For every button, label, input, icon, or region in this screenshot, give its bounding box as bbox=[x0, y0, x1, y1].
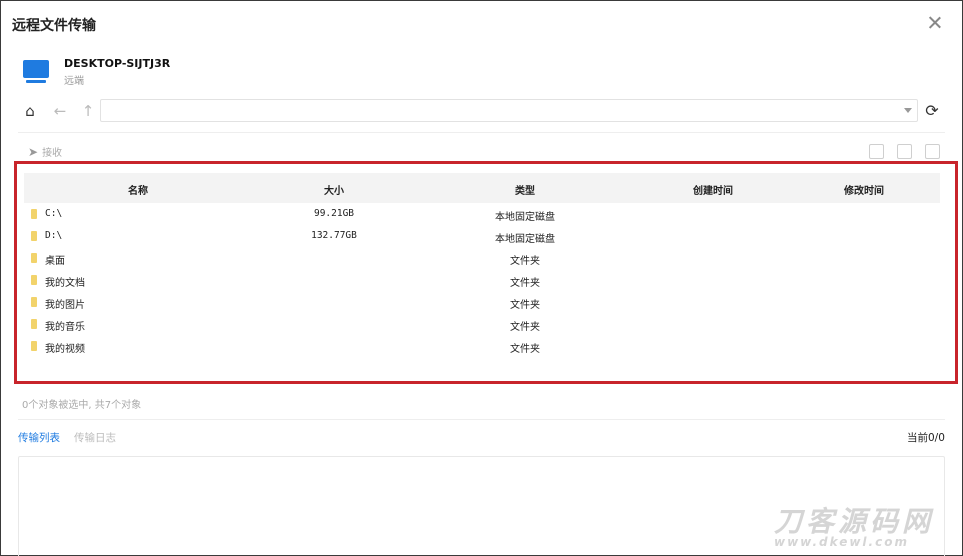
divider bbox=[18, 419, 945, 420]
file-name: C:\ bbox=[45, 208, 63, 219]
monitor-icon bbox=[20, 58, 52, 86]
file-name: 我的文档 bbox=[45, 278, 85, 289]
transfer-tabs: 传输列表 传输日志 当前0/0 bbox=[18, 430, 948, 448]
table-row[interactable]: C:\ 99.21GB 本地固定磁盘 bbox=[24, 203, 940, 225]
watermark: 刀客源码网 www.dkewl.com bbox=[774, 500, 954, 552]
device-subtitle: 远端 bbox=[64, 76, 84, 87]
file-type: 文件夹 bbox=[510, 300, 540, 311]
file-type: 文件夹 bbox=[510, 256, 540, 267]
delete-icon[interactable] bbox=[897, 144, 912, 159]
file-size: 132.77GB bbox=[311, 230, 357, 241]
navigation-bar: ⌂ ← ↑ ⟳ bbox=[18, 98, 948, 124]
table-row[interactable]: 我的音乐 文件夹 bbox=[24, 313, 940, 335]
window-title: 远程文件传输 bbox=[12, 18, 96, 34]
folder-icon bbox=[31, 275, 37, 285]
column-header-modified[interactable]: 修改时间 bbox=[844, 182, 884, 197]
refresh-icon[interactable]: ⟳ bbox=[922, 101, 942, 121]
folder-icon bbox=[31, 209, 37, 219]
column-header-name[interactable]: 名称 bbox=[128, 182, 148, 197]
tab-transfer-log[interactable]: 传输日志 bbox=[74, 430, 116, 445]
file-table-header: 名称 大小 类型 创建时间 修改时间 bbox=[24, 173, 940, 203]
file-name: 我的音乐 bbox=[45, 322, 85, 333]
path-input[interactable] bbox=[100, 99, 918, 122]
table-row[interactable]: 我的图片 文件夹 bbox=[24, 291, 940, 313]
file-size: 99.21GB bbox=[313, 208, 355, 219]
receive-button-label: 接收 bbox=[42, 148, 63, 159]
chevron-down-icon[interactable] bbox=[904, 108, 912, 113]
column-header-type[interactable]: 类型 bbox=[515, 182, 535, 197]
new-folder-icon[interactable] bbox=[869, 144, 884, 159]
close-icon[interactable] bbox=[926, 14, 944, 32]
table-row[interactable]: 我的文档 文件夹 bbox=[24, 269, 940, 291]
folder-icon bbox=[31, 297, 37, 307]
watermark-text: 刀客源码网 bbox=[774, 505, 935, 538]
device-info: DESKTOP-SIJTJ3R 远端 bbox=[20, 55, 320, 89]
folder-icon bbox=[31, 231, 37, 241]
file-type: 文件夹 bbox=[510, 278, 540, 289]
up-arrow-icon[interactable]: ↑ bbox=[78, 101, 98, 121]
folder-icon bbox=[31, 341, 37, 351]
file-type: 本地固定磁盘 bbox=[495, 234, 555, 245]
selection-status: 0个对象被选中, 共7个对象 bbox=[22, 400, 142, 411]
receive-button[interactable]: ➤ 接收 bbox=[28, 144, 62, 159]
file-type: 本地固定磁盘 bbox=[495, 212, 555, 223]
file-name: D:\ bbox=[45, 230, 63, 241]
transfer-count: 当前0/0 bbox=[907, 432, 945, 444]
folder-icon bbox=[31, 253, 37, 263]
tab-transfer-list[interactable]: 传输列表 bbox=[18, 430, 60, 445]
file-type: 文件夹 bbox=[510, 344, 540, 355]
table-row[interactable]: D:\ 132.77GB 本地固定磁盘 bbox=[24, 225, 940, 247]
send-arrow-icon: ➤ bbox=[28, 145, 39, 159]
divider bbox=[18, 132, 945, 133]
home-icon[interactable]: ⌂ bbox=[20, 101, 40, 121]
table-row[interactable]: 我的视频 文件夹 bbox=[24, 335, 940, 357]
folder-icon bbox=[31, 319, 37, 329]
toolbar: ➤ 接收 bbox=[18, 142, 948, 162]
watermark-url: www.dkewl.com bbox=[774, 535, 909, 549]
back-arrow-icon[interactable]: ← bbox=[50, 101, 70, 121]
file-name: 我的图片 bbox=[45, 300, 85, 311]
device-name: DESKTOP-SIJTJ3R bbox=[64, 57, 171, 70]
column-header-size[interactable]: 大小 bbox=[324, 182, 344, 197]
file-name: 我的视频 bbox=[45, 344, 85, 355]
file-name: 桌面 bbox=[45, 256, 65, 267]
column-header-created[interactable]: 创建时间 bbox=[693, 182, 733, 197]
table-row[interactable]: 桌面 文件夹 bbox=[24, 247, 940, 269]
file-type: 文件夹 bbox=[510, 322, 540, 333]
title-bar: 远程文件传输 bbox=[0, 0, 963, 46]
download-icon[interactable] bbox=[925, 144, 940, 159]
